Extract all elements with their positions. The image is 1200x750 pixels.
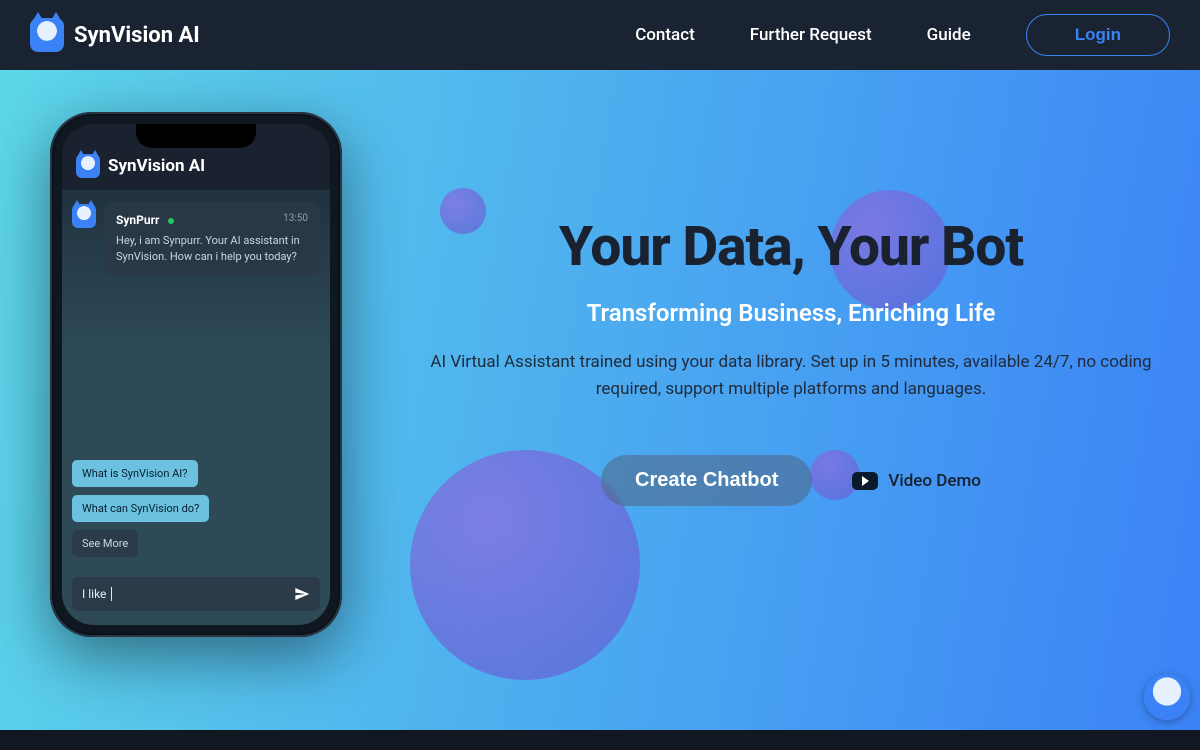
brand[interactable]: SynVision AI [30,18,200,52]
app-mascot-icon [76,154,100,178]
footer-strip [0,730,1200,750]
hero-copy: Your Data, Your Bot Transforming Busines… [342,110,1170,730]
hero-ctas: Create Chatbot Video Demo [412,455,1170,506]
hero-subhead: Transforming Business, Enriching Life [412,299,1170,327]
bot-message-bubble: SynPurr 13:50 Hey, i am Synpurr. Your AI… [104,202,320,275]
suggestion-chips: What is SynVision AI? What can SynVision… [72,460,320,565]
chat-area: SynPurr 13:50 Hey, i am Synpurr. Your AI… [62,190,330,577]
create-chatbot-button[interactable]: Create Chatbot [601,455,812,506]
suggestion-chip[interactable]: What can SynVision do? [72,495,209,522]
nav-link-guide[interactable]: Guide [927,25,971,45]
chat-input[interactable]: I like [72,577,320,611]
message-time: 13:50 [283,212,308,227]
send-icon[interactable] [294,586,310,602]
chat-input-value: I like [82,587,286,602]
top-nav: SynVision AI Contact Further Request Gui… [0,0,1200,70]
hero-body: AI Virtual Assistant trained using your … [412,349,1170,403]
brand-mascot-icon [30,18,64,52]
see-more-chip[interactable]: See More [72,530,138,557]
bot-message-text: Hey, i am Synpurr. Your AI assistant in … [116,233,308,265]
suggestion-chip[interactable]: What is SynVision AI? [72,460,198,487]
phone-mockup: SynVision AI SynPurr 13:50 Hey, i am Syn… [50,112,342,637]
hero-headline: Your Data, Your Bot [412,215,1170,279]
bot-message-row: SynPurr 13:50 Hey, i am Synpurr. Your AI… [72,202,320,275]
phone-notch [136,124,256,148]
app-title: SynVision AI [108,156,205,176]
online-status-icon [168,218,174,224]
nav-link-further-request[interactable]: Further Request [750,25,872,45]
bot-name: SynPurr [116,212,159,229]
video-demo-link[interactable]: Video Demo [852,471,981,491]
phone-screen: SynVision AI SynPurr 13:50 Hey, i am Syn… [62,124,330,625]
hero-section: SynVision AI SynPurr 13:50 Hey, i am Syn… [0,70,1200,730]
brand-name: SynVision AI [74,23,200,48]
video-demo-label: Video Demo [888,471,981,491]
nav-link-contact[interactable]: Contact [635,25,695,45]
play-icon [852,472,878,490]
login-button[interactable]: Login [1026,14,1170,56]
bot-avatar-icon [72,204,96,228]
nav-links: Contact Further Request Guide Login [635,14,1170,56]
